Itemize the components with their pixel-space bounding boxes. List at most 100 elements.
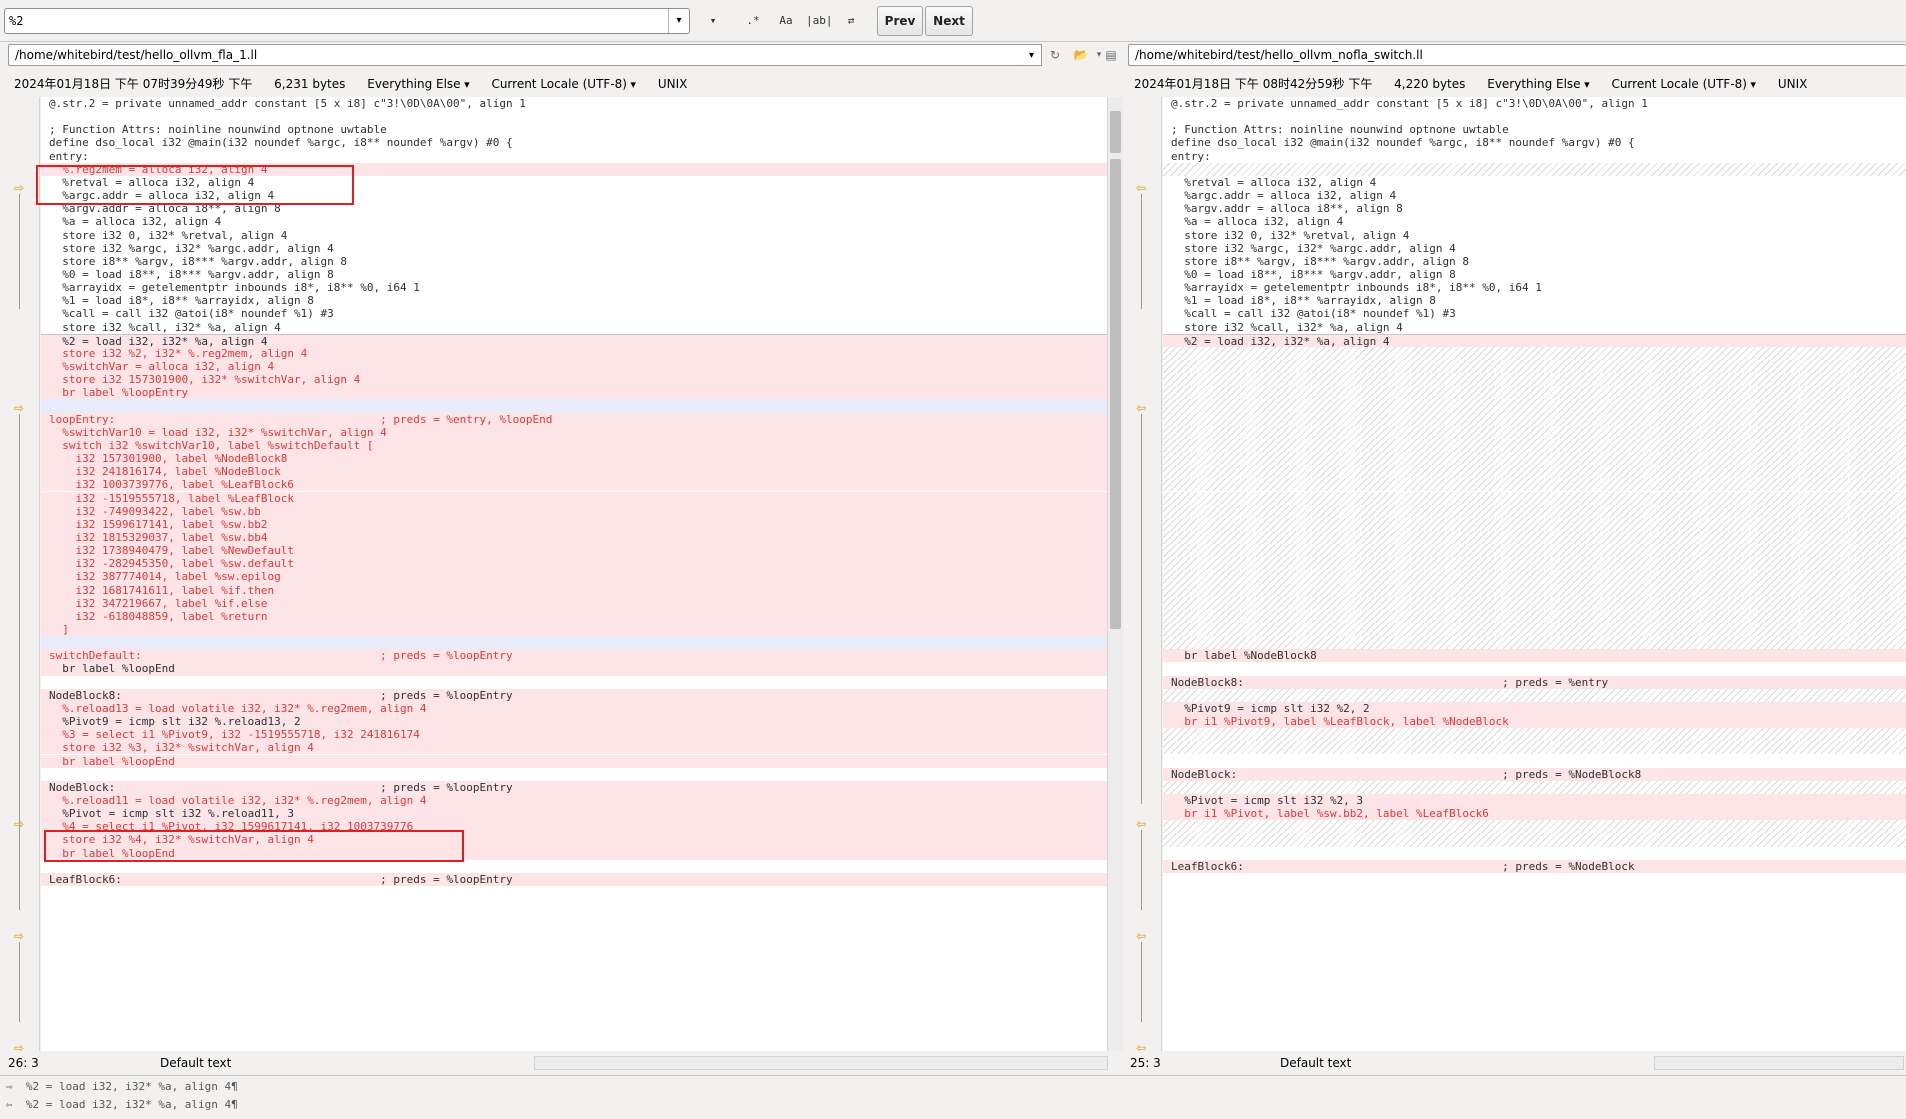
regex-toggle-icon[interactable]: .* bbox=[740, 8, 766, 34]
code-line[interactable] bbox=[1163, 662, 1906, 675]
next-button[interactable]: Next bbox=[925, 6, 973, 36]
code-line[interactable]: %argv.addr = alloca i8**, align 8 bbox=[1163, 202, 1906, 215]
code-line[interactable]: %switchVar = alloca i32, align 4 bbox=[41, 360, 1107, 374]
left-horizontal-scrollbar[interactable] bbox=[534, 1056, 1108, 1070]
code-line[interactable]: @.str.2 = private unnamed_addr constant … bbox=[1163, 97, 1906, 110]
code-line[interactable] bbox=[41, 636, 1107, 650]
search-history-dropdown-icon[interactable]: ▾ bbox=[668, 9, 689, 33]
code-line[interactable]: i32 241816174, label %NodeBlock bbox=[41, 465, 1107, 479]
right-file-path[interactable]: /home/whitebird/test/hello_ollvm_nofla_s… bbox=[1128, 44, 1906, 66]
left-text-view[interactable]: @.str.2 = private unnamed_addr constant … bbox=[41, 97, 1107, 1051]
code-line[interactable]: br i1 %Pivot9, label %LeafBlock, label %… bbox=[1163, 715, 1906, 729]
search-input[interactable] bbox=[5, 9, 677, 33]
code-line[interactable]: %1 = load i8*, i8** %arrayidx, align 8 bbox=[41, 294, 1107, 307]
code-line[interactable]: %Pivot9 = icmp slt i32 %.reload13, 2 bbox=[41, 715, 1107, 729]
left-path-dropdown-icon[interactable]: ▾ bbox=[1022, 44, 1042, 66]
code-line[interactable]: store i32 %argc, i32* %argc.addr, align … bbox=[41, 242, 1107, 255]
code-line[interactable] bbox=[41, 676, 1107, 689]
code-line[interactable]: NodeBlock: ; preds = %loopEntry bbox=[41, 780, 1107, 794]
code-line[interactable] bbox=[1163, 755, 1906, 768]
code-line[interactable]: entry: bbox=[1163, 150, 1906, 163]
code-line[interactable]: %arrayidx = getelementptr inbounds i8*, … bbox=[1163, 281, 1906, 294]
code-line[interactable]: i32 -618048859, label %return bbox=[41, 609, 1107, 623]
right-filter-dropdown[interactable]: Everything Else bbox=[1487, 77, 1589, 91]
code-line[interactable] bbox=[41, 110, 1107, 123]
left-change-arrow-icon[interactable]: ⇨ bbox=[11, 818, 27, 830]
code-line[interactable]: NodeBlock8: ; preds = %loopEntry bbox=[41, 688, 1107, 702]
code-line[interactable] bbox=[1163, 847, 1906, 860]
code-line[interactable]: %Pivot = icmp slt i32 %2, 3 bbox=[1163, 793, 1906, 808]
code-line[interactable]: i32 1738940479, label %NewDefault bbox=[41, 544, 1107, 558]
code-line[interactable]: store i32 0, i32* %retval, align 4 bbox=[41, 229, 1107, 242]
left-open-folder-icon[interactable]: 📂 bbox=[1070, 46, 1092, 64]
search-combo[interactable]: ▾ bbox=[4, 8, 690, 34]
code-line[interactable]: store i32 %3, i32* %switchVar, align 4 bbox=[41, 741, 1107, 755]
right-change-arrow-icon[interactable]: ⇦ bbox=[1133, 402, 1149, 414]
left-reload-icon[interactable]: ↻ bbox=[1046, 46, 1064, 64]
code-line[interactable]: br label %loopEnd bbox=[41, 754, 1107, 768]
left-scroll-thumb[interactable] bbox=[1110, 159, 1121, 629]
prev-button[interactable]: Prev bbox=[877, 6, 923, 36]
left-change-arrow-icon[interactable]: ⇨ bbox=[11, 402, 27, 414]
code-line[interactable] bbox=[1163, 110, 1906, 123]
code-line[interactable]: i32 1599617141, label %sw.bb2 bbox=[41, 517, 1107, 531]
code-line[interactable]: %0 = load i8**, i8*** %argv.addr, align … bbox=[1163, 268, 1906, 281]
code-line[interactable]: switch i32 %switchVar10, label %switchDe… bbox=[41, 438, 1107, 453]
code-line[interactable]: %0 = load i8**, i8*** %argv.addr, align … bbox=[41, 268, 1107, 281]
right-change-arrow-icon[interactable]: ⇦ bbox=[1133, 930, 1149, 942]
left-save-icon[interactable]: ▤ bbox=[1102, 46, 1120, 64]
code-line[interactable]: store i32 %call, i32* %a, align 4 bbox=[41, 321, 1107, 334]
left-change-arrow-icon[interactable]: ⇨ bbox=[11, 182, 27, 194]
code-line[interactable]: i32 -749093422, label %sw.bb bbox=[41, 504, 1107, 518]
code-line[interactable]: i32 1003739776, label %LeafBlock6 bbox=[41, 478, 1107, 492]
left-change-arrow-icon[interactable]: ⇨ bbox=[11, 930, 27, 942]
code-line[interactable]: br label %loopEnd bbox=[41, 662, 1107, 676]
code-line[interactable]: br i1 %Pivot, label %sw.bb2, label %Leaf… bbox=[1163, 807, 1906, 821]
code-line[interactable]: store i32 0, i32* %retval, align 4 bbox=[1163, 229, 1906, 242]
left-encoding-dropdown[interactable]: Current Locale (UTF-8) bbox=[491, 77, 636, 91]
code-line[interactable]: %Pivot = icmp slt i32 %.reload11, 3 bbox=[41, 807, 1107, 821]
code-line[interactable]: store i32 %call, i32* %a, align 4 bbox=[1163, 321, 1906, 334]
code-line[interactable]: entry: bbox=[41, 150, 1107, 163]
code-line[interactable]: %arrayidx = getelementptr inbounds i8*, … bbox=[41, 281, 1107, 294]
code-line[interactable]: define dso_local i32 @main(i32 noundef %… bbox=[41, 136, 1107, 149]
code-line[interactable]: i32 347219667, label %if.else bbox=[41, 596, 1107, 610]
code-line[interactable]: ; Function Attrs: noinline nounwind optn… bbox=[41, 123, 1107, 136]
right-horizontal-scrollbar[interactable] bbox=[1654, 1056, 1904, 1070]
filter-dropdown-icon[interactable]: ▾ bbox=[700, 8, 726, 34]
code-line[interactable]: %a = alloca i32, align 4 bbox=[1163, 215, 1906, 228]
code-line[interactable]: @.str.2 = private unnamed_addr constant … bbox=[41, 97, 1107, 110]
code-line[interactable]: %call = call i32 @atoi(i8* noundef %1) #… bbox=[41, 307, 1107, 320]
code-line[interactable]: br label %loopEntry bbox=[41, 386, 1107, 400]
code-line[interactable]: ; Function Attrs: noinline nounwind optn… bbox=[1163, 123, 1906, 136]
left-syntax-mode[interactable]: Default text bbox=[160, 1053, 280, 1073]
left-filter-dropdown[interactable]: Everything Else bbox=[367, 77, 469, 91]
code-line[interactable]: LeafBlock6: ; preds = %loopEntry bbox=[41, 872, 1107, 886]
code-line[interactable]: %argc.addr = alloca i32, align 4 bbox=[1163, 189, 1906, 202]
code-line[interactable]: %.reload11 = load volatile i32, i32* %.r… bbox=[41, 793, 1107, 808]
code-line[interactable]: i32 -282945350, label %sw.default bbox=[41, 557, 1107, 571]
code-line[interactable]: store i32 %2, i32* %.reg2mem, align 4 bbox=[41, 346, 1107, 360]
match-case-toggle-icon[interactable]: Aa bbox=[773, 8, 799, 34]
code-line[interactable]: store i32 %argc, i32* %argc.addr, align … bbox=[1163, 242, 1906, 255]
code-line[interactable]: NodeBlock8: ; preds = %entry bbox=[1163, 675, 1906, 689]
code-line[interactable]: i32 1815329037, label %sw.bb4 bbox=[41, 530, 1107, 545]
code-line[interactable]: store i8** %argv, i8*** %argv.addr, alig… bbox=[41, 255, 1107, 268]
code-line[interactable]: switchDefault: ; preds = %loopEntry bbox=[41, 649, 1107, 663]
code-line[interactable]: loopEntry: ; preds = %entry, %loopEnd bbox=[41, 412, 1107, 426]
code-line[interactable]: %call = call i32 @atoi(i8* noundef %1) #… bbox=[1163, 307, 1906, 320]
swap-direction-icon[interactable]: ⇄ bbox=[838, 8, 864, 34]
code-line[interactable]: define dso_local i32 @main(i32 noundef %… bbox=[1163, 136, 1906, 149]
code-line[interactable]: i32 157301900, label %NodeBlock8 bbox=[41, 452, 1107, 466]
left-scroll-thumb[interactable] bbox=[1110, 111, 1121, 153]
code-line[interactable]: i32 -1519555718, label %LeafBlock bbox=[41, 491, 1107, 505]
code-line[interactable]: store i32 157301900, i32* %switchVar, al… bbox=[41, 373, 1107, 387]
left-file-path[interactable]: /home/whitebird/test/hello_ollvm_fla_1.l… bbox=[8, 44, 1023, 66]
code-line[interactable]: LeafBlock6: ; preds = %NodeBlock bbox=[1163, 859, 1906, 873]
code-line[interactable] bbox=[41, 768, 1107, 781]
left-vertical-scrollbar[interactable] bbox=[1107, 97, 1123, 1051]
right-encoding-dropdown[interactable]: Current Locale (UTF-8) bbox=[1611, 77, 1756, 91]
code-line[interactable]: i32 387774014, label %sw.epilog bbox=[41, 570, 1107, 584]
code-line[interactable]: %a = alloca i32, align 4 bbox=[41, 215, 1107, 228]
code-line[interactable]: i32 1681741611, label %if.then bbox=[41, 583, 1107, 597]
